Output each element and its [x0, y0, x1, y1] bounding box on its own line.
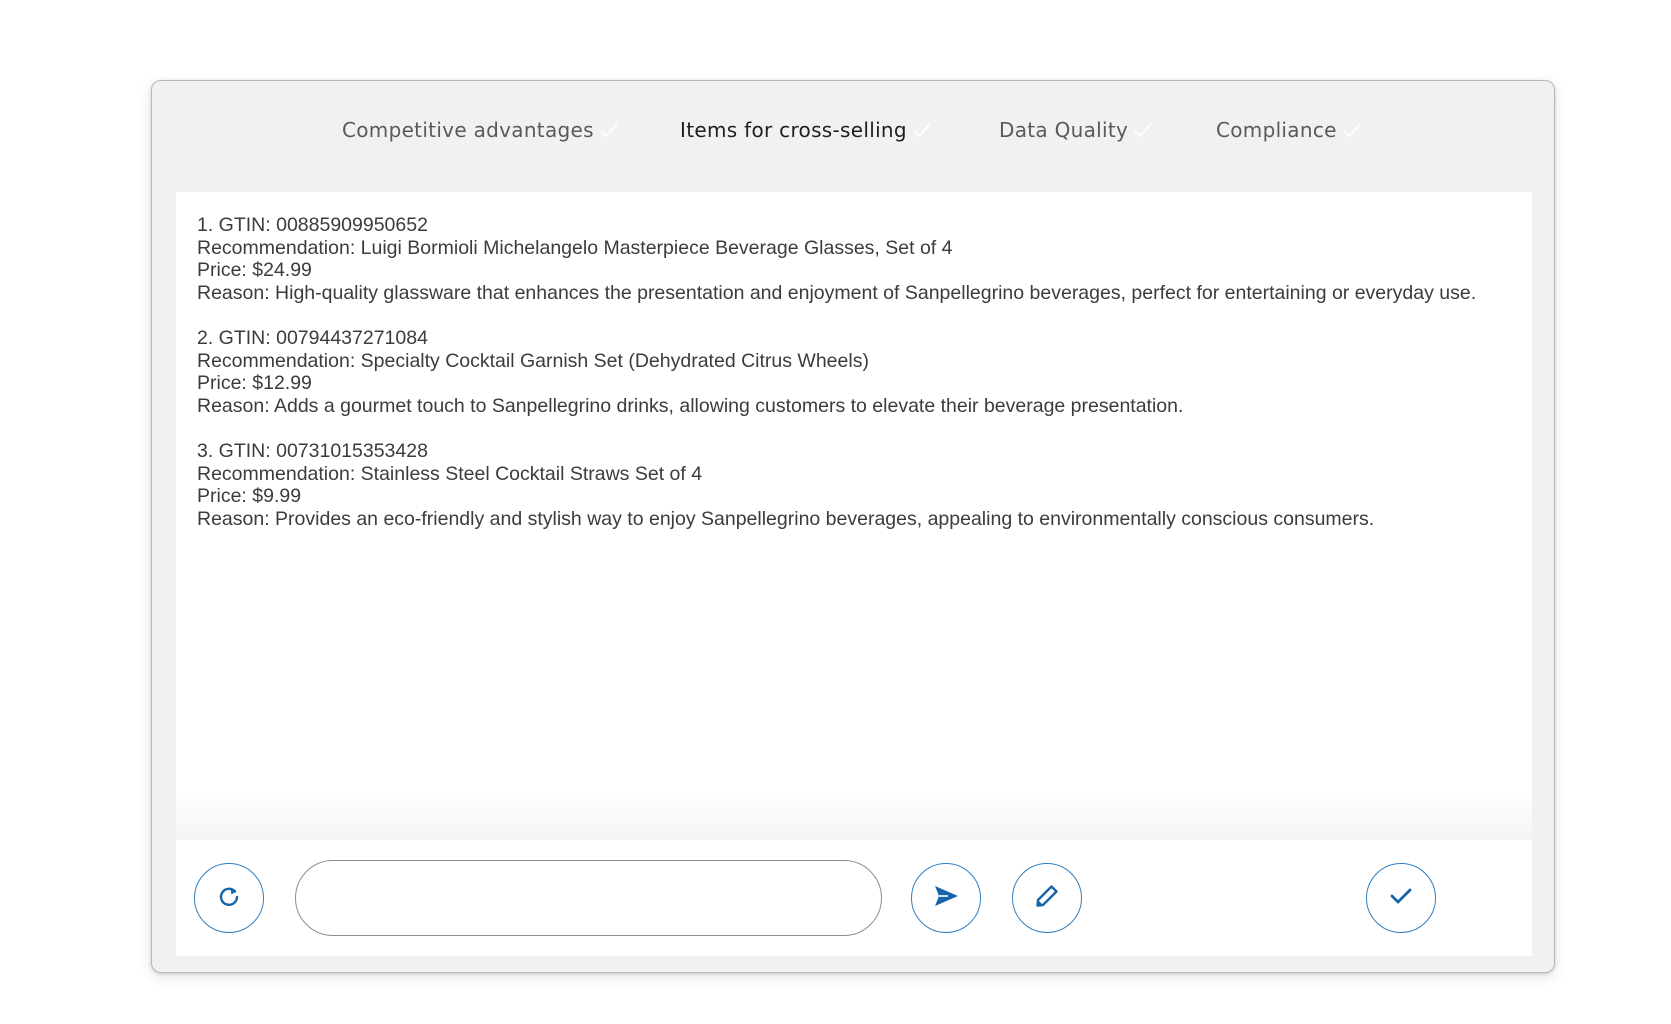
refresh-icon [216, 883, 242, 914]
check-icon [1132, 119, 1154, 141]
check-icon [1341, 119, 1363, 141]
send-icon [932, 884, 960, 913]
gtin-line: 3. GTIN: 00731015353428 [197, 440, 1511, 463]
tab-label: Competitive advantages [342, 117, 594, 143]
recommendation-item: 3. GTIN: 00731015353428 Recommendation: … [197, 440, 1511, 530]
gtin-line: 2. GTIN: 00794437271084 [197, 327, 1511, 350]
price-line: Price: $24.99 [197, 259, 1511, 282]
recommendation-line: Recommendation: Luigi Bormioli Michelang… [197, 237, 1511, 260]
recommendation-item: 2. GTIN: 00794437271084 Recommendation: … [197, 327, 1511, 417]
recommendation-item: 1. GTIN: 00885909950652 Recommendation: … [197, 214, 1511, 304]
recommendation-line: Recommendation: Specialty Cocktail Garni… [197, 350, 1511, 373]
reason-line: Reason: Provides an eco-friendly and sty… [197, 508, 1511, 531]
check-icon [1388, 885, 1414, 912]
confirm-button[interactable] [1366, 863, 1436, 933]
reason-line: Reason: High-quality glassware that enha… [197, 282, 1511, 305]
check-icon [911, 119, 933, 141]
cross-selling-panel: Competitive advantages Items for cross-s… [151, 80, 1555, 973]
refresh-button[interactable] [194, 863, 264, 933]
tab-data-quality[interactable]: Data Quality [999, 117, 1154, 161]
tab-label: Compliance [1216, 117, 1337, 143]
check-icon [598, 119, 620, 141]
tab-label: Items for cross-selling [680, 117, 907, 143]
recommendation-line: Recommendation: Stainless Steel Cocktail… [197, 463, 1511, 486]
price-line: Price: $9.99 [197, 485, 1511, 508]
price-line: Price: $12.99 [197, 372, 1511, 395]
pencil-icon [1034, 883, 1060, 914]
send-button[interactable] [911, 863, 981, 933]
tab-items-for-cross-selling[interactable]: Items for cross-selling [680, 117, 933, 161]
edit-button[interactable] [1012, 863, 1082, 933]
recommendations-content: 1. GTIN: 00885909950652 Recommendation: … [176, 192, 1532, 840]
message-input[interactable] [295, 860, 882, 936]
action-toolbar [176, 840, 1532, 956]
tab-label: Data Quality [999, 117, 1128, 143]
tab-compliance[interactable]: Compliance [1216, 117, 1363, 161]
gtin-line: 1. GTIN: 00885909950652 [197, 214, 1511, 237]
tab-competitive-advantages[interactable]: Competitive advantages [342, 117, 620, 161]
reason-line: Reason: Adds a gourmet touch to Sanpelle… [197, 395, 1511, 418]
tab-bar: Competitive advantages Items for cross-s… [152, 81, 1554, 191]
